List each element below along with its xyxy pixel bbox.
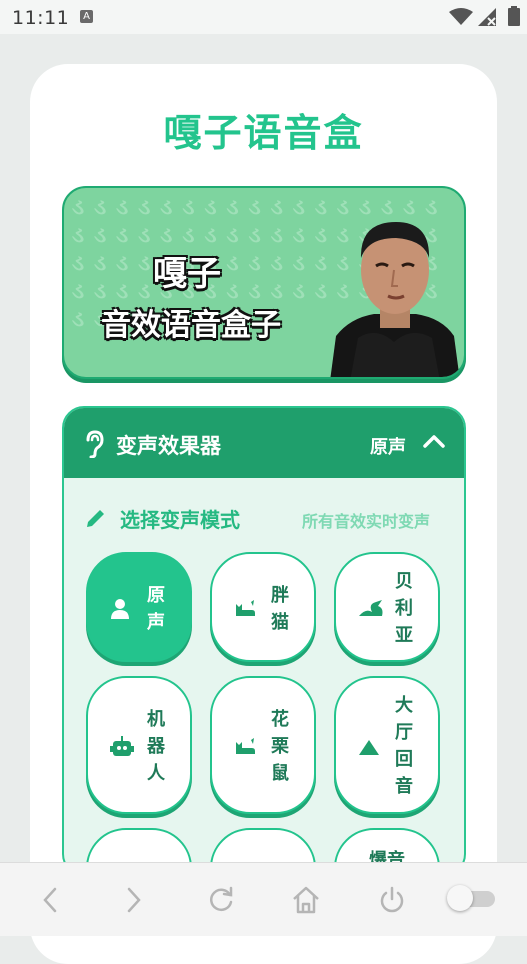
dragon-icon <box>359 600 383 616</box>
ear-icon <box>86 430 104 458</box>
status-bar: 11:11 A <box>0 0 527 34</box>
app-title: 嘎子语音盒 <box>163 111 364 155</box>
battery-icon <box>508 6 520 26</box>
effect-label: 原声 <box>147 585 165 633</box>
home-icon[interactable] <box>291 885 321 915</box>
effect-original[interactable]: 原声 <box>86 552 192 662</box>
effect-hall-echo[interactable]: 大厅回音 <box>334 676 440 814</box>
bottom-navigation-bar <box>0 862 527 936</box>
cat-icon <box>236 600 255 616</box>
mode-label: 选择变声模式 <box>120 508 240 532</box>
voice-changer-panel: 变声效果器 原声 选择变声模式 所有音效实时变声 原声 胖猫 贝利亚 机器人 花… <box>62 406 466 876</box>
banner-subtitle: 音效语音盒子 <box>101 308 281 343</box>
toggle-knob <box>447 885 473 911</box>
toggle-switch[interactable] <box>447 885 495 911</box>
cat-icon <box>236 738 255 754</box>
chevron-up-icon[interactable] <box>422 432 446 450</box>
effect-label: 机器人 <box>147 709 165 784</box>
current-effect-label: 原声 <box>370 437 406 458</box>
effect-robot[interactable]: 机器人 <box>86 676 192 814</box>
portrait-image <box>330 222 460 377</box>
effect-fat-cat[interactable]: 胖猫 <box>210 552 316 662</box>
robot-icon <box>110 736 134 756</box>
status-time: 11:11 <box>12 7 70 29</box>
power-icon[interactable] <box>377 885 407 915</box>
panel-title: 变声效果器 <box>116 434 221 458</box>
effect-belial[interactable]: 贝利亚 <box>334 552 440 662</box>
effect-label: 花栗鼠 <box>271 709 289 784</box>
effect-label: 胖猫 <box>271 585 289 633</box>
forward-icon[interactable] <box>122 885 146 915</box>
signal-icon <box>478 8 496 26</box>
mountain-icon <box>359 740 379 755</box>
panel-header[interactable]: 变声效果器 原声 <box>64 408 464 478</box>
person-icon <box>111 599 129 619</box>
wifi-icon <box>449 8 473 25</box>
effect-label: 大厅回音 <box>395 695 413 797</box>
effect-chipmunk[interactable]: 花栗鼠 <box>210 676 316 814</box>
back-icon[interactable] <box>38 885 62 915</box>
reload-icon[interactable] <box>206 885 236 915</box>
notification-a-icon: A <box>80 10 93 23</box>
pencil-icon <box>87 510 104 527</box>
banner-title: 嘎子 <box>153 254 221 294</box>
promo-banner[interactable]: ડડડડડડડડડડડડડડડડડડડડડડડડડડડડડડડડડડડડડડડડ… <box>62 186 466 379</box>
effect-label: 贝利亚 <box>395 571 413 646</box>
mode-hint: 所有音效实时变声 <box>302 512 431 531</box>
